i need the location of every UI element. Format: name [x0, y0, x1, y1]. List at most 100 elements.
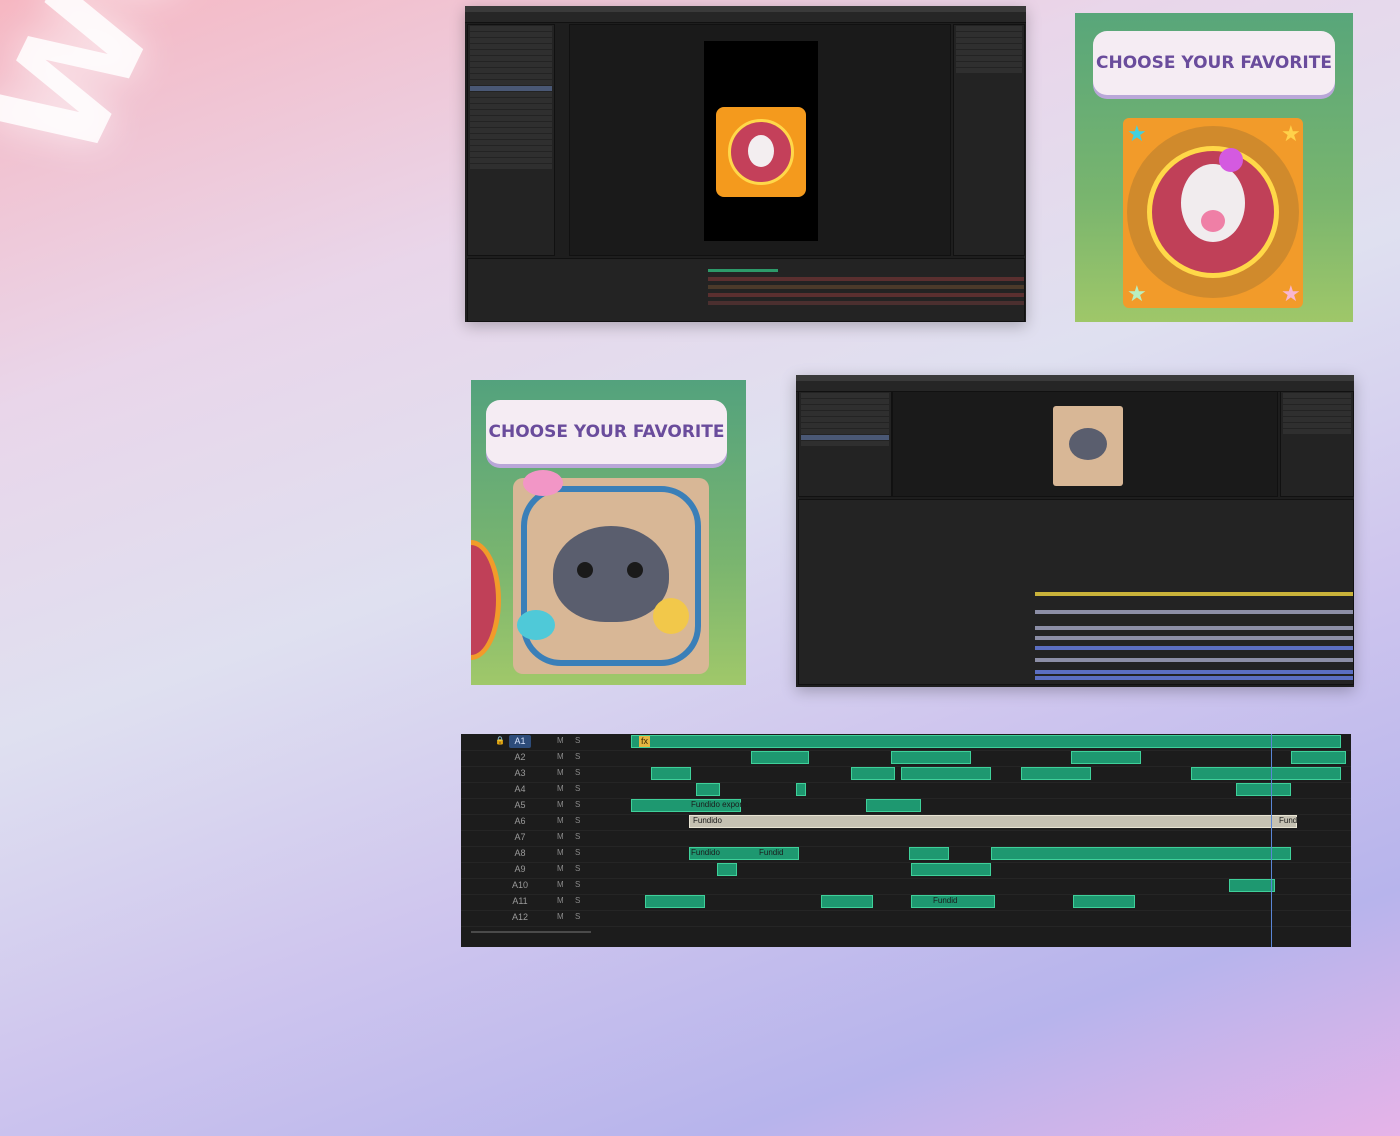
mute-button[interactable]: M	[557, 912, 564, 921]
project-panel[interactable]	[467, 24, 555, 256]
composition-viewer[interactable]	[892, 391, 1278, 497]
audio-clip[interactable]	[1236, 783, 1291, 796]
lock-icon[interactable]: 🔒	[495, 736, 505, 745]
mute-button[interactable]: M	[557, 848, 564, 857]
solo-button[interactable]: S	[575, 816, 580, 825]
mute-button[interactable]: M	[557, 768, 564, 777]
star-icon: ★	[1281, 121, 1301, 146]
audio-clip[interactable]	[901, 767, 991, 780]
audio-clip[interactable]	[1071, 751, 1141, 764]
track-label[interactable]: A12	[509, 911, 531, 924]
audio-clip[interactable]	[689, 815, 1297, 828]
audio-clip[interactable]	[1291, 751, 1346, 764]
cat-comp-thumbnail	[1053, 406, 1123, 486]
track-label[interactable]: A4	[509, 783, 531, 796]
mute-button[interactable]: M	[557, 784, 564, 793]
solo-button[interactable]: S	[575, 752, 580, 761]
clip-label: Fundido expone	[691, 800, 749, 809]
mute-button[interactable]: M	[557, 800, 564, 809]
track-label[interactable]: A3	[509, 767, 531, 780]
track-label[interactable]: A10	[509, 879, 531, 892]
comp-canvas	[704, 41, 818, 241]
audio-clip[interactable]	[866, 799, 921, 812]
project-panel[interactable]	[798, 391, 892, 497]
mute-button[interactable]: M	[557, 864, 564, 873]
mute-button[interactable]: M	[557, 896, 564, 905]
cat-illustration	[513, 470, 709, 674]
track-label[interactable]: A2	[509, 751, 531, 764]
mute-button[interactable]: M	[557, 752, 564, 761]
audio-clip[interactable]	[891, 751, 971, 764]
audio-clip[interactable]	[851, 767, 895, 780]
audio-clip[interactable]	[1021, 767, 1091, 780]
audio-clip[interactable]	[909, 847, 949, 860]
audio-clip[interactable]	[991, 847, 1291, 860]
mute-button[interactable]: M	[557, 832, 564, 841]
solo-button[interactable]: S	[575, 768, 580, 777]
horizontal-scrollbar[interactable]	[471, 931, 591, 933]
playhead[interactable]	[1271, 734, 1272, 947]
clip-label: Fundid	[759, 848, 784, 857]
track-row[interactable]: A7 M S	[461, 830, 1351, 847]
clip-label: Fundido	[691, 848, 720, 857]
track-label[interactable]: A7	[509, 831, 531, 844]
solo-button[interactable]: S	[575, 800, 580, 809]
audio-clip[interactable]	[1191, 767, 1341, 780]
solo-button[interactable]: S	[575, 736, 580, 745]
clown-thumbnail	[716, 107, 806, 197]
clown-favorite-card: CHOOSE YOUR FAVORITE ★ ★ ★ ★	[1075, 13, 1353, 322]
premiere-audio-timeline[interactable]: 🔒 A1 M S A2 M S A3 M S A4 M S A5 M S A6 …	[461, 734, 1351, 947]
solo-button[interactable]: S	[575, 784, 580, 793]
solo-button[interactable]: S	[575, 880, 580, 889]
mute-button[interactable]: M	[557, 816, 564, 825]
track-label[interactable]: A1	[509, 735, 531, 748]
workspace-watermark: WORKSP	[0, 0, 452, 186]
audio-clip[interactable]	[645, 895, 705, 908]
after-effects-window-1	[465, 6, 1026, 322]
mute-button[interactable]: M	[557, 880, 564, 889]
track-label[interactable]: A5	[509, 799, 531, 812]
track-row[interactable]: A12 M S	[461, 910, 1351, 927]
solo-button[interactable]: S	[575, 912, 580, 921]
audio-clip[interactable]	[696, 783, 720, 796]
timeline-panel[interactable]	[467, 258, 1025, 322]
timeline-panel[interactable]	[798, 499, 1354, 685]
track-label[interactable]: A11	[509, 895, 531, 908]
audio-clip[interactable]	[751, 751, 809, 764]
star-icon: ★	[1127, 121, 1147, 146]
clown-partial-illustration	[471, 540, 501, 660]
mute-button[interactable]: M	[557, 736, 564, 745]
cat-card-title: CHOOSE YOUR FAVORITE	[486, 400, 727, 464]
star-icon: ★	[1127, 281, 1147, 306]
track-row[interactable]: A9 M S	[461, 862, 1351, 879]
solo-button[interactable]: S	[575, 896, 580, 905]
track-row[interactable]: A10 M S	[461, 878, 1351, 895]
audio-clip[interactable]	[651, 767, 691, 780]
clip-label: Fundid	[933, 896, 958, 905]
properties-panel[interactable]	[953, 24, 1025, 256]
fx-badge[interactable]: fx	[639, 736, 651, 747]
properties-panel[interactable]	[1280, 391, 1354, 497]
track-label[interactable]: A9	[509, 863, 531, 876]
after-effects-window-2	[796, 375, 1354, 687]
clip-label: Fundi	[1279, 816, 1300, 825]
clown-illustration	[1123, 118, 1303, 308]
solo-button[interactable]: S	[575, 832, 580, 841]
composition-viewer[interactable]	[569, 24, 951, 256]
track-label[interactable]: A6	[509, 815, 531, 828]
audio-clip[interactable]	[1073, 895, 1135, 908]
toolbar[interactable]	[465, 12, 1026, 23]
star-icon: ★	[1281, 281, 1301, 306]
audio-clip[interactable]	[796, 783, 806, 796]
solo-button[interactable]: S	[575, 864, 580, 873]
clown-card-title: CHOOSE YOUR FAVORITE	[1093, 31, 1335, 95]
audio-clip[interactable]	[717, 863, 737, 876]
track-label[interactable]: A8	[509, 847, 531, 860]
audio-clip[interactable]	[631, 735, 1341, 748]
solo-button[interactable]: S	[575, 848, 580, 857]
track-row[interactable]: A4 M S	[461, 782, 1351, 799]
audio-clip[interactable]	[821, 895, 873, 908]
audio-clip[interactable]	[1229, 879, 1275, 892]
track-row[interactable]: A11 M S	[461, 894, 1351, 911]
audio-clip[interactable]	[911, 863, 991, 876]
